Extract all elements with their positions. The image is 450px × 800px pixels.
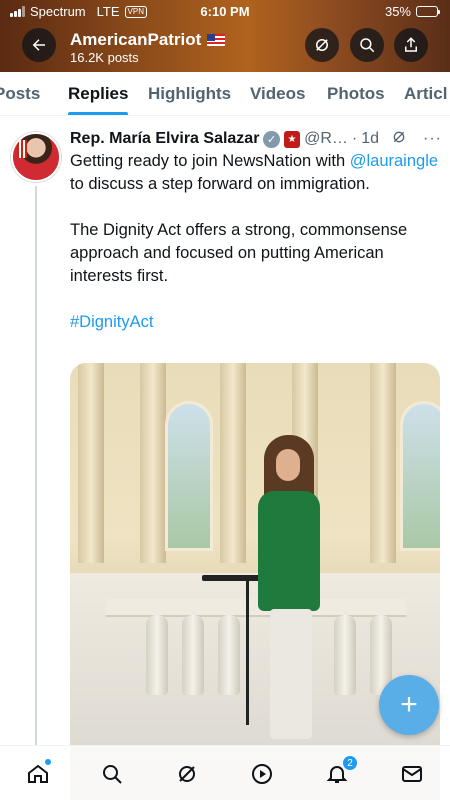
affiliation-badge-icon: ★ xyxy=(283,130,301,148)
status-bar: Spectrum LTE VPN 6:10 PM 35% xyxy=(0,0,450,24)
share-icon xyxy=(405,37,417,52)
home-unread-dot xyxy=(45,759,51,765)
tab-articles[interactable]: Articl xyxy=(404,84,447,104)
arrow-left-icon xyxy=(32,39,45,51)
status-right: 35% xyxy=(384,4,440,19)
profile-tabs: Posts Replies Highlights Videos Photos A… xyxy=(0,72,450,116)
battery-icon xyxy=(416,6,440,17)
profile-header: Spectrum LTE VPN 6:10 PM 35% AmericanPat… xyxy=(0,0,450,72)
tweet-text: Getting ready to join NewsNation with @l… xyxy=(70,150,442,357)
share-button[interactable] xyxy=(394,28,428,62)
mention-link[interactable]: @lauraingle xyxy=(350,152,438,170)
tab-photos[interactable]: Photos xyxy=(327,84,385,104)
account-name: AmericanPatriot xyxy=(70,30,202,49)
notification-badge: 2 xyxy=(342,755,358,771)
flag-decoration xyxy=(17,140,27,158)
active-tab-indicator xyxy=(68,112,128,115)
tweet-photo[interactable] xyxy=(70,363,440,800)
author-name[interactable]: Rep. María Elvira Salazar xyxy=(70,130,259,148)
separator: · xyxy=(351,130,358,147)
search-icon xyxy=(360,38,375,53)
search-icon[interactable] xyxy=(98,760,126,788)
tweet-paragraph-1: Getting ready to join NewsNation with @l… xyxy=(70,150,442,196)
tab-replies[interactable]: Replies xyxy=(68,84,128,104)
tweet-header: Rep. María Elvira Salazar ✓ ★ @R… · 1d ·… xyxy=(70,128,442,150)
compose-button[interactable]: + xyxy=(379,675,439,735)
tweet-time[interactable]: 1d xyxy=(361,130,379,148)
more-options-icon[interactable]: ··· xyxy=(423,130,442,148)
battery-percent: 35% xyxy=(384,4,411,19)
verified-badge-icon: ✓ xyxy=(263,130,280,148)
messages-icon[interactable] xyxy=(398,760,426,788)
thread-line xyxy=(35,186,37,746)
back-button[interactable] xyxy=(22,28,56,62)
hashtag-link[interactable]: #DignityAct xyxy=(70,311,442,334)
author-handle[interactable]: @R… xyxy=(304,130,348,148)
tab-highlights[interactable]: Highlights xyxy=(148,84,231,104)
play-icon[interactable] xyxy=(248,760,276,788)
tweet-text-intro: Getting ready to join NewsNation with xyxy=(70,152,346,170)
status-time: 6:10 PM xyxy=(200,4,250,19)
grok-icon xyxy=(316,39,328,51)
tab-posts[interactable]: Posts xyxy=(0,84,40,104)
grok-icon[interactable] xyxy=(173,760,201,788)
tweet-text-rest: to discuss a step forward on immigration… xyxy=(70,175,370,193)
post-count: 16.2K posts xyxy=(70,50,139,65)
grok-tweet-icon[interactable] xyxy=(391,129,407,150)
avatar[interactable] xyxy=(11,132,61,182)
search-button[interactable] xyxy=(350,28,384,62)
bottom-nav xyxy=(0,745,450,800)
us-flag-icon xyxy=(207,34,226,46)
account-title: AmericanPatriot xyxy=(70,30,226,50)
tab-videos[interactable]: Videos xyxy=(250,84,305,104)
tweet-paragraph-2: The Dignity Act offers a strong, commons… xyxy=(70,221,408,285)
grok-button[interactable] xyxy=(305,28,339,62)
